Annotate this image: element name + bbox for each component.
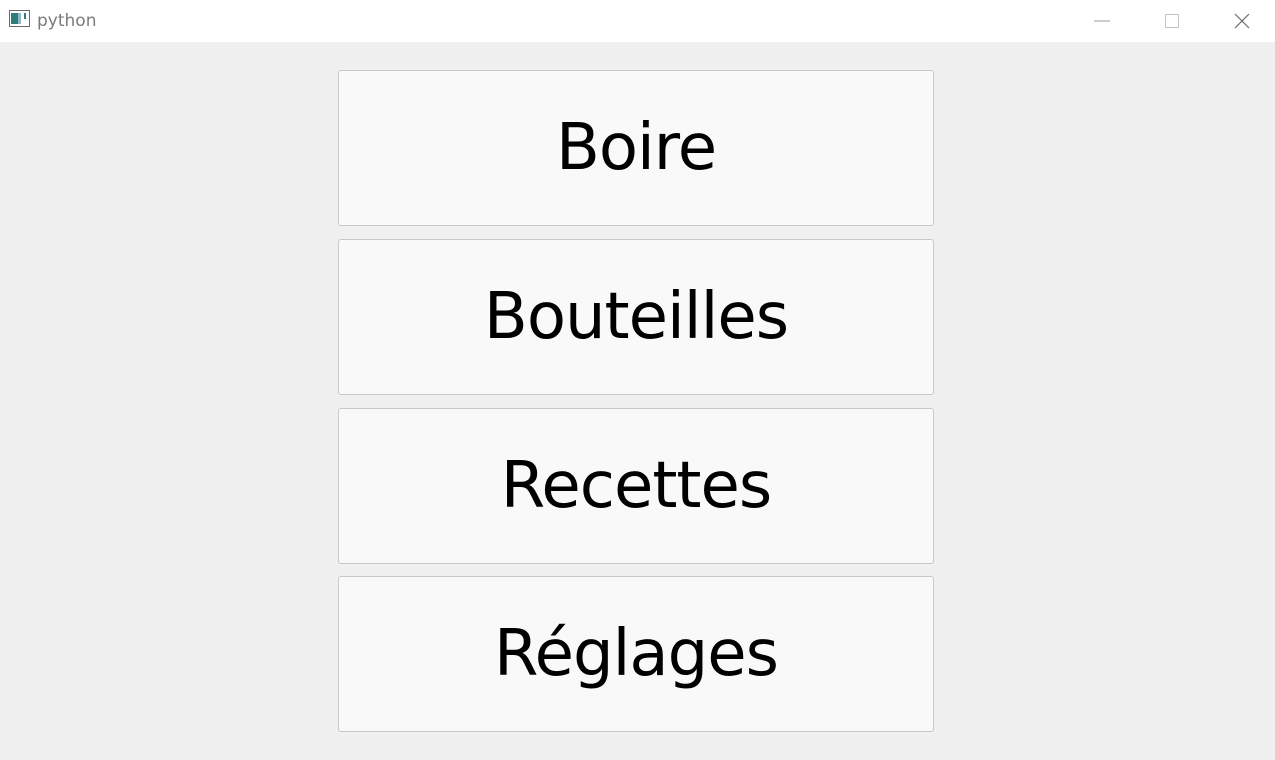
app-window-icon (9, 10, 30, 27)
reglages-button[interactable]: Réglages (338, 576, 934, 732)
maximize-icon (1165, 14, 1179, 28)
app-window: python Boire Bouteilles Recettes Réglage… (0, 0, 1275, 760)
bouteilles-button[interactable]: Bouteilles (338, 239, 934, 395)
window-title: python (37, 11, 97, 31)
maximize-button[interactable] (1137, 0, 1207, 42)
title-bar[interactable]: python (0, 0, 1275, 42)
boire-button[interactable]: Boire (338, 70, 934, 226)
recettes-button[interactable]: Recettes (338, 408, 934, 564)
main-menu: Boire Bouteilles Recettes Réglages (0, 42, 1275, 760)
minimize-icon (1094, 20, 1110, 22)
minimize-button[interactable] (1067, 0, 1137, 42)
close-icon (1234, 13, 1250, 29)
close-button[interactable] (1207, 0, 1275, 42)
